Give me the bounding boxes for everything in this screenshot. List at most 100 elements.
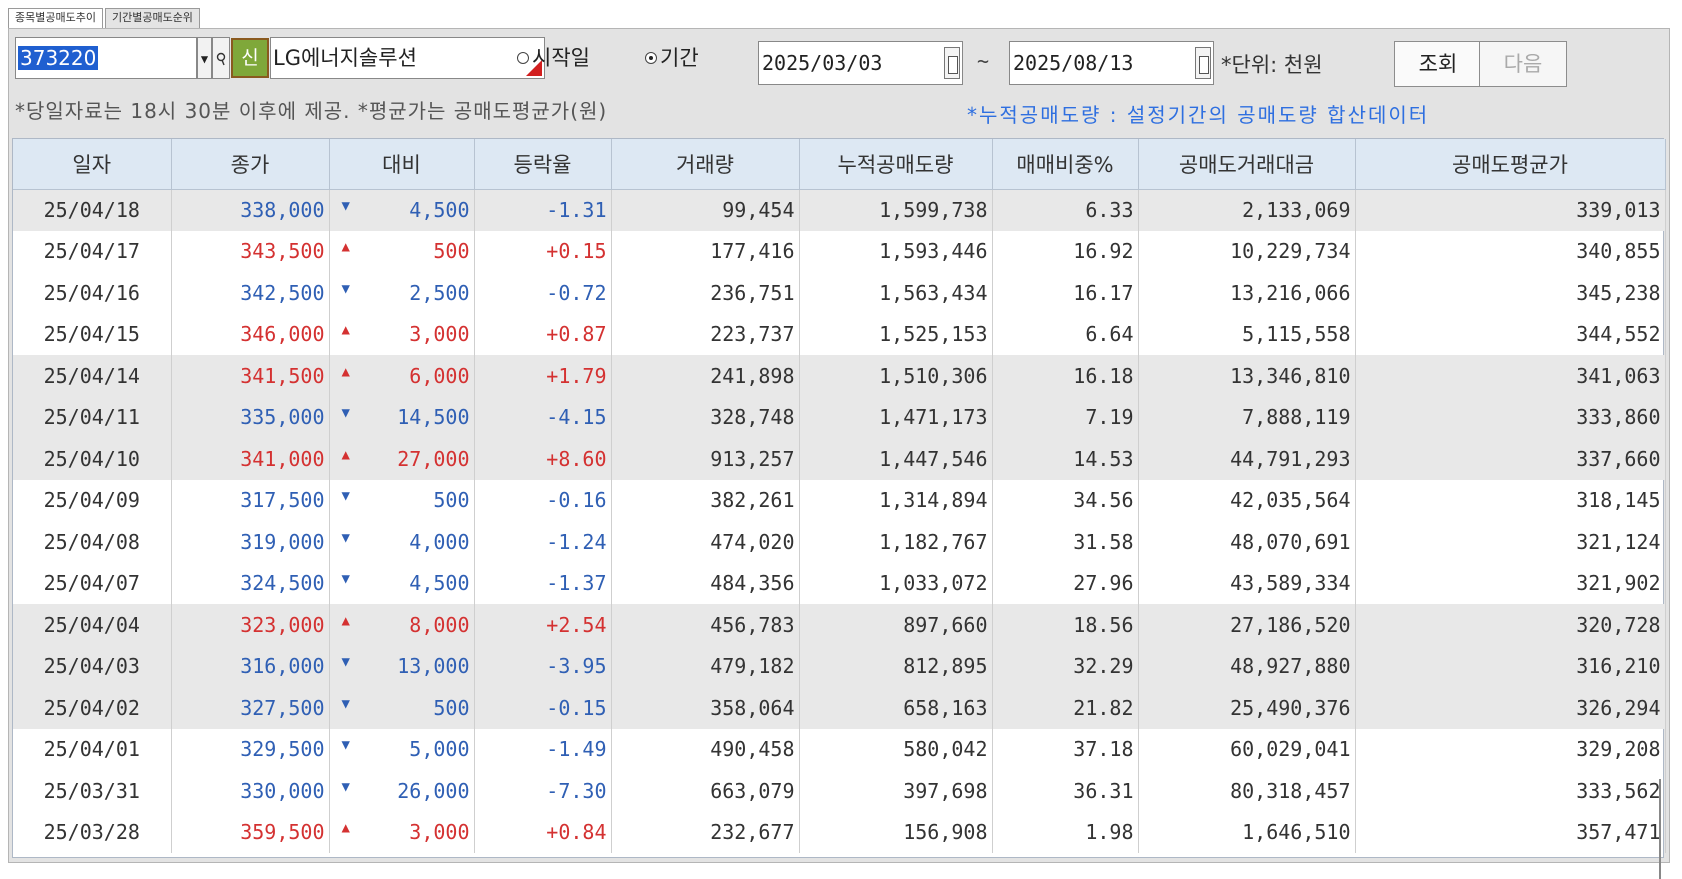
- cell-short-avg: 357,471: [1355, 811, 1666, 853]
- table-row[interactable]: 25/03/28 359,500 ▲ 3,000 +0.84 232,677 156,908…: [13, 811, 1666, 853]
- vertical-scrollbar[interactable]: [1659, 779, 1661, 879]
- search-button[interactable]: [212, 37, 230, 79]
- col-header-change[interactable]: 대비: [329, 139, 475, 190]
- radio-start-date[interactable]: 시작일: [517, 43, 590, 73]
- table-row[interactable]: 25/04/11 335,000 ▼ 14,500 -4.15 328,748 1,471,…: [13, 396, 1666, 438]
- col-header-volume[interactable]: 거래량: [611, 139, 800, 190]
- cell-volume: 223,737: [611, 313, 800, 355]
- cell-rate: -1.49: [474, 728, 612, 770]
- tab-period-short-ranking[interactable]: 기간별공매도순위: [104, 8, 200, 28]
- cell-ratio: 37.18: [992, 728, 1139, 770]
- radio-circle-selected-icon: [645, 52, 657, 64]
- change-value: 8,000: [409, 612, 470, 637]
- query-button[interactable]: 조회: [1394, 41, 1482, 87]
- cell-short-amount: 44,791,293: [1138, 438, 1356, 480]
- down-arrow-icon: ▼: [341, 405, 350, 422]
- cell-date: 25/04/10: [13, 438, 172, 480]
- cell-close: 324,500: [171, 562, 330, 604]
- table-row[interactable]: 25/04/01 329,500 ▼ 5,000 -1.49 490,458 580,042…: [13, 728, 1666, 770]
- radio-period-label: 기간: [660, 46, 699, 70]
- table-row[interactable]: 25/04/09 317,500 ▼ 500 -0.16 382,261 1,314,894…: [13, 479, 1666, 521]
- end-date-field[interactable]: 2025/08/13: [1009, 41, 1214, 85]
- tab-bar: 종목별공매도추이 기간별공매도순위: [8, 8, 202, 28]
- stock-name: LG에너지솔루션: [273, 46, 417, 70]
- cell-rate: -1.37: [474, 562, 612, 604]
- table-row[interactable]: 25/04/17 343,500 ▲ 500 +0.15 177,416 1,593,446…: [13, 230, 1666, 272]
- down-arrow-icon: ▼: [341, 737, 350, 754]
- down-arrow-icon: ▼: [341, 488, 350, 505]
- cell-date: 25/04/01: [13, 728, 172, 770]
- col-header-date[interactable]: 일자: [13, 139, 172, 190]
- table-row[interactable]: 25/04/04 323,000 ▲ 8,000 +2.54 456,783 897,660…: [13, 604, 1666, 646]
- cell-ratio: 31.58: [992, 521, 1139, 563]
- cell-volume: 382,261: [611, 479, 800, 521]
- calendar-icon[interactable]: [944, 47, 960, 79]
- start-date-field[interactable]: 2025/03/03: [758, 41, 963, 85]
- col-header-short-avg[interactable]: 공매도평균가: [1355, 139, 1666, 190]
- table-row[interactable]: 25/04/02 327,500 ▼ 500 -0.15 358,064 658,163 21…: [13, 687, 1666, 729]
- cell-date: 25/04/15: [13, 313, 172, 355]
- radio-period[interactable]: 기간: [645, 43, 699, 73]
- cell-date: 25/04/11: [13, 396, 172, 438]
- cell-change: ▼ 13,000: [329, 645, 475, 687]
- cell-short-avg: 321,124: [1355, 521, 1666, 563]
- cell-short-amount: 13,216,066: [1138, 272, 1356, 314]
- table-row[interactable]: 25/03/31 330,000 ▼ 26,000 -7.30 663,079 397,69…: [13, 770, 1666, 812]
- table-row[interactable]: 25/04/07 324,500 ▼ 4,500 -1.37 484,356 1,033,0…: [13, 562, 1666, 604]
- change-value: 500: [433, 695, 470, 720]
- down-arrow-icon: ▼: [341, 654, 350, 671]
- col-header-short-amount[interactable]: 공매도거래대금: [1138, 139, 1356, 190]
- cell-close: 316,000: [171, 645, 330, 687]
- cell-ratio: 36.31: [992, 770, 1139, 812]
- cell-rate: +0.15: [474, 230, 612, 272]
- cell-close: 317,500: [171, 479, 330, 521]
- table-row[interactable]: 25/04/08 319,000 ▼ 4,000 -1.24 474,020 1,182,7…: [13, 521, 1666, 563]
- code-dropdown-button[interactable]: ▼: [197, 37, 212, 79]
- col-header-ratio[interactable]: 매매비중%: [992, 139, 1139, 190]
- up-arrow-icon: ▲: [341, 612, 350, 629]
- cell-date: 25/04/04: [13, 604, 172, 646]
- cell-change: ▼ 26,000: [329, 770, 475, 812]
- table-row[interactable]: 25/04/03 316,000 ▼ 13,000 -3.95 479,182 812,89…: [13, 645, 1666, 687]
- tab-stock-short-trend[interactable]: 종목별공매도추이: [8, 8, 103, 28]
- cell-date: 25/04/08: [13, 521, 172, 563]
- cell-short-amount: 42,035,564: [1138, 479, 1356, 521]
- change-value: 2,500: [409, 280, 470, 305]
- calendar-icon[interactable]: [1195, 47, 1211, 79]
- cell-rate: +2.54: [474, 604, 612, 646]
- stock-code-input[interactable]: 373220: [15, 37, 197, 79]
- cell-ratio: 7.19: [992, 396, 1139, 438]
- table-row[interactable]: 25/04/16 342,500 ▼ 2,500 -0.72 236,751 1,563,4…: [13, 272, 1666, 314]
- start-date-value: 2025/03/03: [762, 51, 883, 75]
- cell-change: ▲ 3,000: [329, 811, 475, 853]
- change-value: 27,000: [397, 446, 470, 471]
- cell-close: 342,500: [171, 272, 330, 314]
- cell-short-avg: 344,552: [1355, 313, 1666, 355]
- cell-ratio: 14.53: [992, 438, 1139, 480]
- chevron-down-icon: ▼: [200, 52, 209, 66]
- cell-volume: 663,079: [611, 770, 800, 812]
- cell-change: ▼ 4,500: [329, 189, 475, 231]
- new-listing-button[interactable]: 신: [231, 38, 269, 78]
- next-button[interactable]: 다음: [1479, 41, 1567, 87]
- cell-cum-short: 1,471,173: [799, 396, 993, 438]
- cell-close: 338,000: [171, 189, 330, 231]
- col-header-close[interactable]: 종가: [171, 139, 330, 190]
- cell-close: 327,500: [171, 687, 330, 729]
- cell-volume: 328,748: [611, 396, 800, 438]
- cell-close: 319,000: [171, 521, 330, 563]
- up-arrow-icon: ▲: [341, 446, 350, 463]
- table-row[interactable]: 25/04/15 346,000 ▲ 3,000 +0.87 223,737 1,525,1…: [13, 313, 1666, 355]
- col-header-rate[interactable]: 등락율: [474, 139, 612, 190]
- cell-close: 346,000: [171, 313, 330, 355]
- cumulative-notice: *누적공매도량 : 설정기간의 공매도량 합산데이터: [967, 103, 1430, 127]
- table-row[interactable]: 25/04/14 341,500 ▲ 6,000 +1.79 241,898 1,510,3…: [13, 355, 1666, 397]
- cell-rate: -7.30: [474, 770, 612, 812]
- cell-short-avg: 340,855: [1355, 230, 1666, 272]
- table-row[interactable]: 25/04/10 341,000 ▲ 27,000 +8.60 913,257 1,447,…: [13, 438, 1666, 480]
- cell-ratio: 16.18: [992, 355, 1139, 397]
- cell-short-amount: 5,115,558: [1138, 313, 1356, 355]
- col-header-cum-short[interactable]: 누적공매도량: [799, 139, 993, 190]
- table-row[interactable]: 25/04/18 338,000 ▼ 4,500 -1.31 99,454 1,599,73…: [13, 189, 1666, 231]
- cell-volume: 474,020: [611, 521, 800, 563]
